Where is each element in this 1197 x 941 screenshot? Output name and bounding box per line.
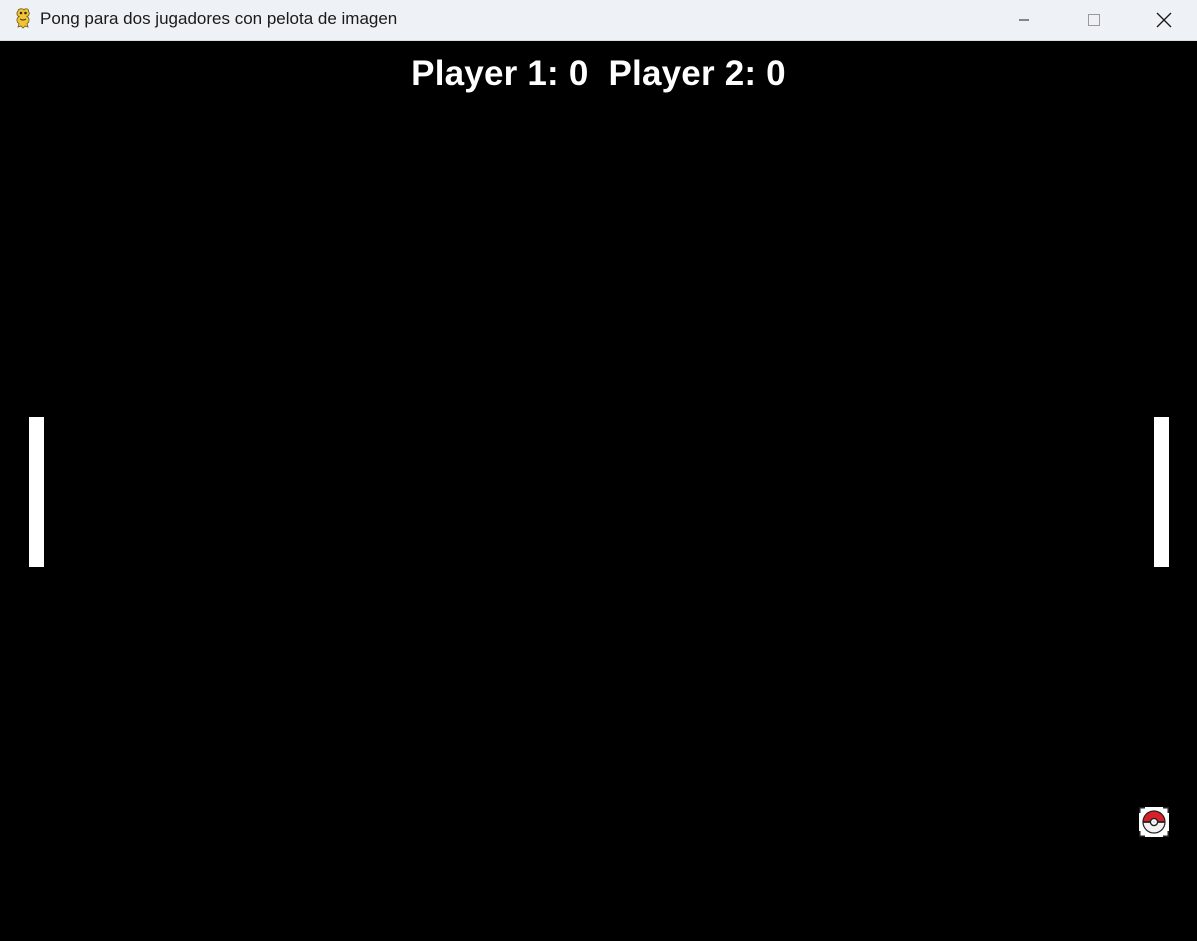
- game-canvas[interactable]: Player 1: 0 Player 2: 0: [0, 42, 1197, 941]
- close-button[interactable]: [1129, 0, 1197, 40]
- player1-score: Player 1: 0: [411, 54, 589, 93]
- title-bar[interactable]: Pong para dos jugadores con pelota de im…: [0, 0, 1197, 41]
- maximize-button[interactable]: [1059, 0, 1129, 40]
- maximize-icon: [1088, 14, 1100, 26]
- pokeball-icon: [1139, 807, 1169, 837]
- left-paddle: [29, 417, 44, 567]
- window-title: Pong para dos jugadores con pelota de im…: [40, 9, 398, 28]
- app-window: Pong para dos jugadores con pelota de im…: [0, 0, 1197, 941]
- pygame-snake-icon: [16, 8, 30, 29]
- minimize-button[interactable]: [989, 0, 1059, 40]
- player2-score: Player 2: 0: [608, 54, 786, 93]
- right-paddle: [1154, 417, 1169, 567]
- close-icon: [1156, 12, 1172, 28]
- scoreboard: Player 1: 0 Player 2: 0: [0, 54, 1197, 94]
- minimize-icon: [1019, 19, 1029, 21]
